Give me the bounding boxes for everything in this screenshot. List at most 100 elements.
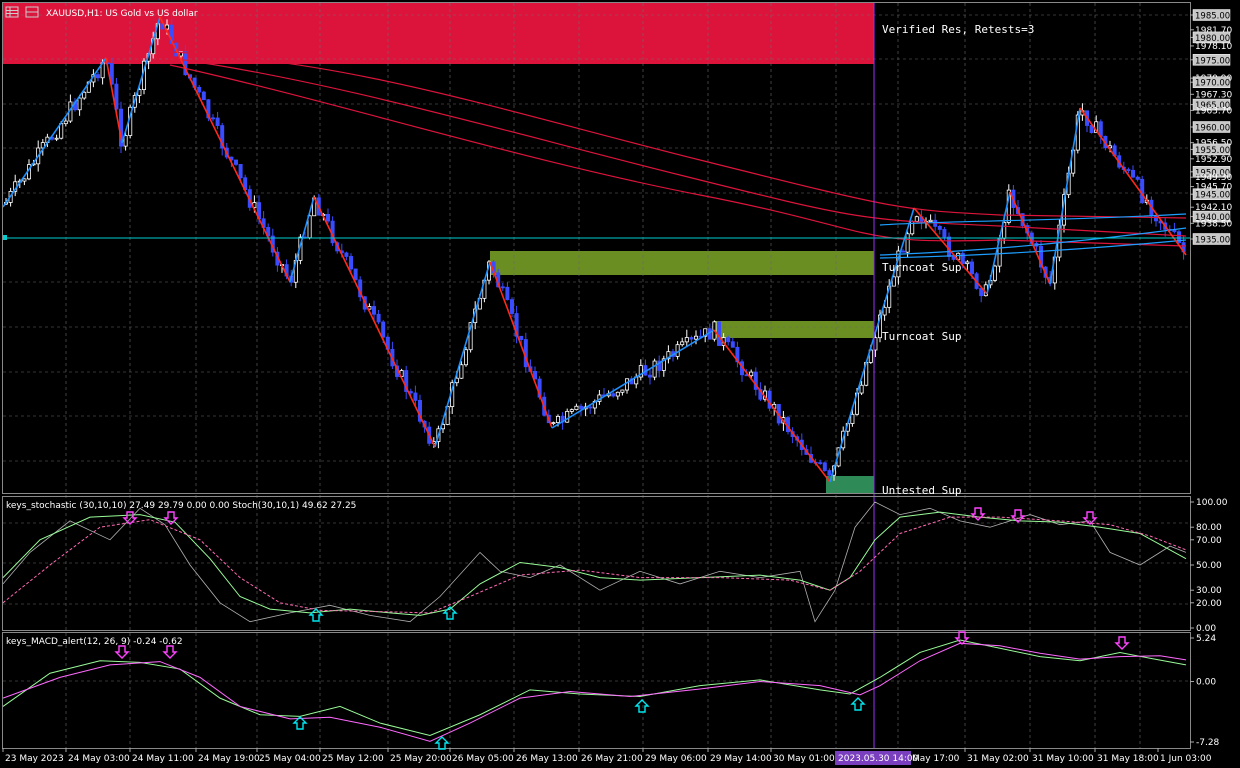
candle-body xyxy=(625,378,630,391)
candle-body xyxy=(859,384,864,394)
time-label: 1 Jun 03:00 xyxy=(1160,754,1212,764)
candle-body xyxy=(59,123,64,139)
price-tag-label: 1985.00 xyxy=(1195,12,1230,22)
price-label: 1945.70 xyxy=(1195,183,1232,193)
candle-body xyxy=(901,250,906,253)
time-label: 31 May 10:00 xyxy=(1032,754,1094,764)
candle-body xyxy=(1140,178,1145,203)
stoch-title: keys_stochastic (30,10,10) 27.49 29.79 0… xyxy=(6,501,356,511)
candle-body xyxy=(376,313,381,323)
window-title: XAUUSD,H1: US Gold vs US dollar xyxy=(46,9,198,19)
time-label: 26 May 05:00 xyxy=(452,754,514,764)
time-label: 26 May 13:00 xyxy=(516,754,578,764)
candle-body xyxy=(459,364,464,379)
candle-body xyxy=(694,335,699,340)
candle-body xyxy=(928,219,933,223)
candle-body xyxy=(408,391,413,394)
time-label: 26 May 21:00 xyxy=(581,754,643,764)
candle-body xyxy=(565,411,570,423)
candle-body xyxy=(749,371,754,377)
price-label: 1978.10 xyxy=(1195,42,1232,52)
candle-body xyxy=(551,422,556,424)
candle-body xyxy=(970,261,975,275)
candle-body xyxy=(942,229,947,238)
price-axis[interactable]: 1985.001981.701980.001978.101975.001970.… xyxy=(1190,9,1232,246)
stoch-level-label: 30.00 xyxy=(1196,586,1222,596)
candle-body xyxy=(348,256,353,270)
candle-body xyxy=(63,120,68,125)
candle-body xyxy=(82,91,87,99)
stoch-level-label: 50.00 xyxy=(1196,561,1222,571)
candle-body xyxy=(937,225,942,230)
macd-title: keys_MACD_alert(12, 26, 9) -0.24 -0.62 xyxy=(6,637,183,647)
turncoat-support-zone-2 xyxy=(714,321,874,338)
candle-body xyxy=(238,164,243,179)
candle-body xyxy=(574,405,579,411)
candle-body xyxy=(620,389,625,393)
candle-body xyxy=(611,393,616,397)
stoch-level-label: 100.00 xyxy=(1196,498,1228,508)
stoch-level-label: 70.00 xyxy=(1196,536,1222,546)
candle-body xyxy=(1135,176,1140,180)
candle-body xyxy=(54,137,59,140)
time-label: 30 May 01:00 xyxy=(773,754,835,764)
candle-body xyxy=(689,337,694,340)
candle-body xyxy=(1131,169,1136,178)
price-tag-label: 1935.00 xyxy=(1195,236,1230,246)
time-label: 23 May 2023 xyxy=(5,754,64,764)
candle-body xyxy=(197,86,202,93)
price-label: 1963.70 xyxy=(1195,106,1232,116)
candle-body xyxy=(325,214,330,222)
candle-body xyxy=(730,341,735,348)
candle-body xyxy=(850,413,855,424)
time-label: 25 May 20:00 xyxy=(390,754,452,764)
candle-body xyxy=(914,216,919,222)
candle-body xyxy=(965,261,970,265)
price-tag-label: 1975.00 xyxy=(1195,56,1230,66)
candle-body xyxy=(993,265,998,281)
candle-body xyxy=(509,299,514,314)
candle-body xyxy=(201,91,206,101)
time-label: 25 May 12:00 xyxy=(322,754,384,764)
candle-body xyxy=(353,268,358,281)
candle-body xyxy=(215,117,220,126)
time-label: May 17:00 xyxy=(912,754,960,764)
candle-body xyxy=(648,374,653,378)
time-label: 25 May 04:00 xyxy=(259,754,321,764)
chart-window[interactable]: XAUUSD,H1: US Gold vs US dollar Verified… xyxy=(0,0,1240,768)
candle-body xyxy=(556,415,561,423)
candle-body xyxy=(905,233,910,253)
candle-body xyxy=(1154,215,1159,222)
time-label: 24 May 03:00 xyxy=(68,754,130,764)
candle-body xyxy=(827,470,832,476)
candle-body xyxy=(381,321,386,338)
price-tag-label: 1970.00 xyxy=(1195,79,1230,89)
candle-body xyxy=(413,392,418,401)
stoch-level-label: 20.00 xyxy=(1196,599,1222,609)
price-label: 1967.30 xyxy=(1195,90,1232,100)
turncoat-support-zone-1 xyxy=(490,251,874,275)
candle-body xyxy=(1126,169,1131,171)
verified-res-label: Verified Res, Retests=3 xyxy=(882,23,1034,36)
candle-body xyxy=(818,462,823,464)
candle-body xyxy=(588,406,593,409)
stoch-level-label: 0.00 xyxy=(1196,624,1216,634)
time-label: 29 May 06:00 xyxy=(645,754,707,764)
stoch-level-label: 80.00 xyxy=(1196,523,1222,533)
untested-sup-label: Untested Sup xyxy=(882,484,961,497)
candle-body xyxy=(822,462,827,471)
time-label: 24 May 19:00 xyxy=(198,754,260,764)
price-label: 1952.90 xyxy=(1195,155,1232,165)
candle-body xyxy=(371,306,376,315)
window-background xyxy=(0,0,1240,768)
candle-body xyxy=(233,159,238,165)
time-label: 24 May 11:00 xyxy=(132,754,194,764)
macd-level-label: 0.00 xyxy=(1196,678,1216,688)
candle-body xyxy=(96,74,101,79)
candle-body xyxy=(210,117,215,120)
candle-body xyxy=(652,360,657,378)
turncoat-sup-label-2: Turncoat Sup xyxy=(882,330,961,343)
untested-support-zone xyxy=(826,476,874,494)
candle-body xyxy=(505,286,510,301)
time-label: 31 May 02:00 xyxy=(967,754,1029,764)
